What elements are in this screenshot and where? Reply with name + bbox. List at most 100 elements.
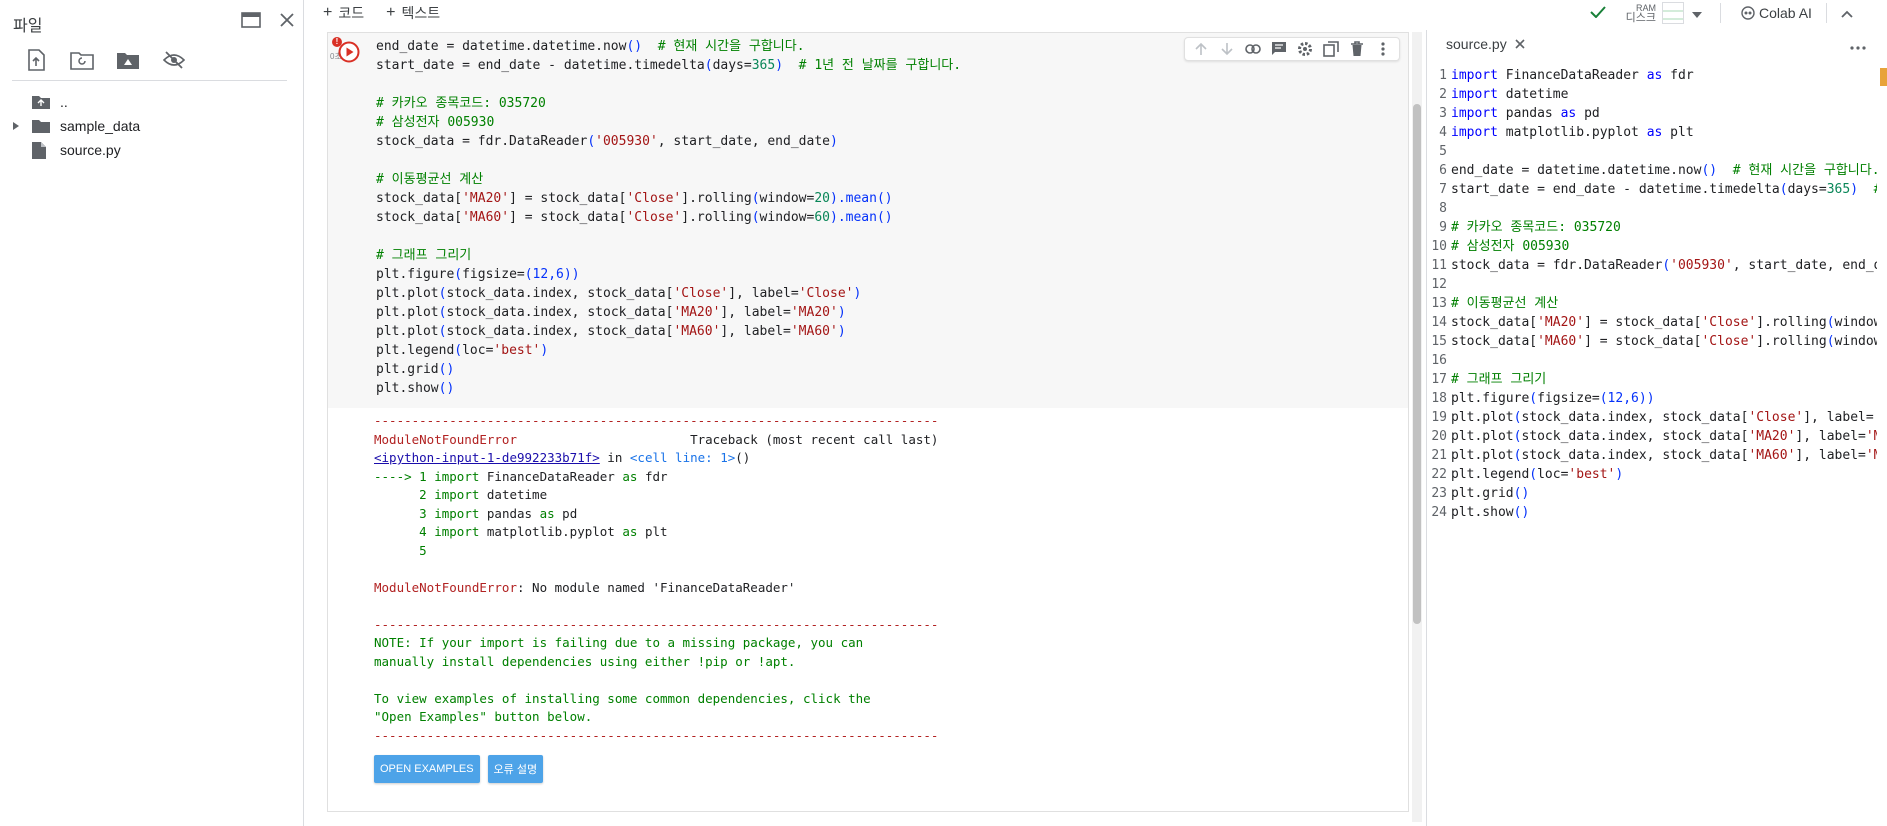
mirror-cell-icon[interactable] <box>1321 39 1341 59</box>
code-token: ) <box>540 343 549 358</box>
line-number: 9 <box>1439 220 1447 235</box>
code-token: 'Close' <box>626 210 682 225</box>
open-examples-button[interactable]: OPEN EXAMPLES <box>374 755 480 783</box>
code-token: '005930' <box>595 134 658 149</box>
tab-source-py[interactable]: source.py <box>1446 36 1525 52</box>
code-line: "Open Examples" button below. <box>374 708 1408 727</box>
upload-file-icon[interactable] <box>24 48 48 72</box>
move-up-icon[interactable] <box>1191 39 1211 59</box>
code-token: plt.figure <box>1451 391 1530 406</box>
code-token: 'MA20' <box>1537 315 1585 330</box>
code-line: ModuleNotFoundError Traceback (most rece… <box>374 431 1408 450</box>
code-token: 365 <box>1826 182 1851 197</box>
editor-tabs: source.py <box>1427 30 1887 64</box>
code-token: ) <box>775 58 784 73</box>
line-number: 17 <box>1431 372 1447 387</box>
notebook-scrollbar[interactable] <box>1412 32 1422 822</box>
code-token: import <box>1451 68 1498 83</box>
code-token: ) <box>853 286 862 301</box>
code-token: plt.show <box>1451 505 1514 520</box>
code-token: () <box>735 450 751 465</box>
line-number: 1 <box>1439 68 1447 83</box>
collapse-icon[interactable] <box>1841 5 1853 21</box>
move-down-icon[interactable] <box>1217 39 1237 59</box>
code-token: days= <box>712 58 752 73</box>
code-token: # 이동평균선 계산 <box>376 172 484 187</box>
code-token: 'Close' <box>673 286 729 301</box>
traceback-text: ----------------------------------------… <box>374 412 1408 745</box>
code-token: # 삼성전자 005930 <box>376 115 495 130</box>
code-token: # 카카오 종목코드: 035720 <box>1451 220 1621 235</box>
code-token: ModuleNotFoundError <box>374 431 691 447</box>
code-token: FinanceDataReader <box>479 468 623 484</box>
code-token: 'Close' <box>1748 410 1804 425</box>
code-token: as <box>539 505 555 521</box>
editor-line: 10 # 삼성전자 005930 <box>1427 237 1877 256</box>
chevron-down-icon[interactable] <box>1692 5 1702 21</box>
code-token: fdr <box>1662 68 1694 83</box>
code-token: # 그래프 그리기 <box>376 248 472 263</box>
code-token: plt.plot <box>1451 410 1514 425</box>
open-in-tab-icon[interactable] <box>238 7 264 33</box>
plus-icon: + <box>323 4 333 21</box>
code-token: stock_data[ <box>376 191 463 206</box>
run-cell-button[interactable] <box>338 41 360 63</box>
code-token: 'Close' <box>798 286 854 301</box>
code-token: () <box>438 362 455 377</box>
code-token: ], label= <box>1803 410 1874 425</box>
add-code-button[interactable]: + 코드 <box>323 3 364 23</box>
hide-files-icon[interactable] <box>162 48 186 72</box>
code-token: # 현재 시간을 구합니다. <box>1717 163 1877 178</box>
code-token: datetime <box>479 487 548 502</box>
code-token: ] = stock_data[ <box>1584 315 1702 330</box>
editor-line: 22 plt.legend(loc='best') <box>1427 465 1877 484</box>
code-token: plt.plot <box>376 286 439 301</box>
code-token: 'MA20' <box>673 305 721 320</box>
code-line: ----------------------------------------… <box>374 412 1408 431</box>
close-panel-icon[interactable] <box>274 7 300 33</box>
code-token: window= <box>759 210 815 225</box>
line-number: 12 <box>1431 277 1447 292</box>
tree-item-parent[interactable]: .. <box>0 90 300 114</box>
close-tab-icon[interactable] <box>1515 36 1525 52</box>
resource-meter[interactable] <box>1662 2 1684 24</box>
colab-ai-button[interactable]: Colab AI <box>1741 5 1812 21</box>
line-number: 13 <box>1431 296 1447 311</box>
editor-line: 4 import matplotlib.pyplot as plt <box>1427 123 1877 142</box>
code-token: figsize= <box>462 267 525 282</box>
line-number: 7 <box>1439 182 1447 197</box>
line-number: 8 <box>1439 201 1447 216</box>
code-token: as <box>1560 106 1577 121</box>
link-icon[interactable] <box>1243 39 1263 59</box>
editor-code[interactable]: 1 import FinanceDataReader as fdr 2 import … <box>1427 66 1877 826</box>
line-number: 16 <box>1431 353 1447 368</box>
tree-item-sample-data[interactable]: sample_data <box>0 114 300 138</box>
tree-item-source-py[interactable]: source.py <box>0 138 300 162</box>
chevron-right-icon[interactable] <box>8 122 24 130</box>
code-token: end_date = datetime.datetime.now <box>376 39 627 54</box>
file-tree: .. sample_data source.py <box>0 90 300 162</box>
refresh-folder-icon[interactable] <box>70 48 94 72</box>
code-token: ] = stock_data[ <box>509 210 627 225</box>
code-token: stock_data[ <box>1451 334 1538 349</box>
explain-error-button[interactable]: 오류 설명 <box>487 755 544 783</box>
code-token: () <box>626 39 643 54</box>
mount-drive-icon[interactable] <box>116 48 140 72</box>
code-token: import <box>434 468 480 484</box>
more-vert-icon[interactable] <box>1373 39 1393 59</box>
file-icon <box>32 141 52 159</box>
line-number: 14 <box>1431 315 1447 330</box>
scrollbar-thumb[interactable] <box>1413 104 1421 624</box>
add-text-button[interactable]: + 텍스트 <box>386 3 440 23</box>
code-token: 3 <box>374 505 435 521</box>
code-token: ) <box>837 305 846 320</box>
more-horiz-icon[interactable] <box>1850 37 1866 55</box>
code-editor[interactable]: end_date = datetime.datetime.now() # 현재 … <box>368 33 1408 408</box>
gear-icon[interactable] <box>1295 39 1315 59</box>
code-token: ( <box>1529 467 1538 482</box>
code-token: plt.figure <box>376 267 455 282</box>
delete-icon[interactable] <box>1347 39 1367 59</box>
comment-icon[interactable] <box>1269 39 1289 59</box>
code-cell[interactable]: ! 0초 end_date = datetime.datetime.now() … <box>327 32 1409 812</box>
